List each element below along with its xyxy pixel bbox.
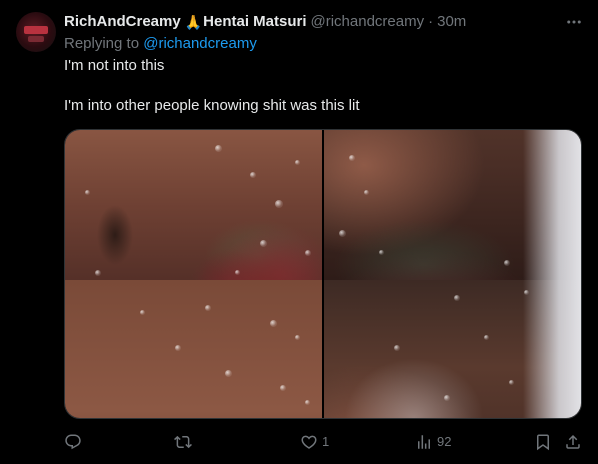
like-count: 1 — [322, 434, 330, 449]
water-drop — [215, 145, 222, 152]
water-drop — [205, 305, 211, 311]
share-button[interactable] — [564, 428, 582, 456]
water-drop — [275, 200, 283, 208]
water-drop — [295, 160, 300, 165]
photo-left[interactable] — [65, 130, 322, 418]
views-button[interactable]: 92 — [415, 428, 451, 456]
water-drop — [250, 172, 256, 178]
separator-dot: · — [428, 13, 434, 30]
photo-background-light-bottom — [344, 358, 484, 418]
display-name-suffix[interactable]: Hentai Matsuri — [203, 12, 306, 32]
water-drop — [444, 395, 450, 401]
bookmark-icon — [537, 434, 549, 451]
replying-to: Replying to @richandcreamy — [64, 34, 257, 54]
water-drop — [85, 190, 90, 195]
water-drop — [140, 310, 145, 315]
avatar-graphic-secondary — [28, 36, 44, 42]
water-drop — [305, 250, 311, 256]
water-drop — [339, 230, 346, 237]
more-icon[interactable] — [562, 10, 586, 34]
display-name[interactable]: RichAndCreamy — [64, 12, 181, 32]
water-drop — [175, 345, 181, 351]
avatar[interactable] — [16, 12, 56, 52]
photo-background-light — [523, 130, 581, 418]
water-drop — [509, 380, 514, 385]
water-drop — [95, 270, 101, 276]
views-icon — [418, 435, 430, 449]
like-button[interactable]: 1 — [300, 428, 329, 456]
replying-to-mention[interactable]: @richandcreamy — [143, 35, 257, 52]
water-drop — [225, 370, 232, 377]
heart-icon — [301, 435, 317, 449]
media-grid[interactable] — [64, 129, 582, 419]
water-drop — [484, 335, 489, 340]
tweet-text-line-1: I'm not into this — [64, 57, 165, 74]
tweet[interactable]: RichAndCreamy 🙏 Hentai Matsuri @richandc… — [0, 0, 598, 464]
tweet-actions: 1 92 — [64, 428, 584, 456]
user-handle[interactable]: @richandcreamy — [311, 12, 425, 32]
replying-to-label: Replying to — [64, 35, 140, 52]
share-icon — [566, 434, 580, 449]
folded-hands-emoji: 🙏 — [184, 14, 203, 30]
water-drop — [524, 290, 529, 295]
water-drop — [454, 295, 460, 301]
water-drop — [364, 190, 369, 195]
water-drop — [504, 260, 510, 266]
water-drop — [305, 400, 310, 405]
reply-icon — [65, 434, 81, 450]
photo-right[interactable] — [324, 130, 581, 418]
water-drop — [270, 320, 277, 327]
views-count: 92 — [437, 434, 452, 449]
water-drop — [235, 270, 240, 275]
water-drop — [394, 345, 400, 351]
water-drop — [260, 240, 267, 247]
retweet-icon — [174, 435, 192, 449]
reply-button[interactable] — [64, 428, 86, 456]
timestamp[interactable]: 30m — [437, 12, 466, 32]
tweet-text-line-2: I'm into other people knowing shit was t… — [64, 97, 360, 114]
water-drop — [280, 385, 286, 391]
water-drop — [379, 250, 384, 255]
water-drop — [349, 155, 355, 161]
avatar-graphic — [24, 26, 48, 34]
bookmark-button[interactable] — [534, 428, 552, 456]
water-drop — [295, 335, 300, 340]
retweet-button[interactable] — [174, 428, 196, 456]
tweet-header: RichAndCreamy 🙏 Hentai Matsuri @richandc… — [64, 12, 466, 32]
